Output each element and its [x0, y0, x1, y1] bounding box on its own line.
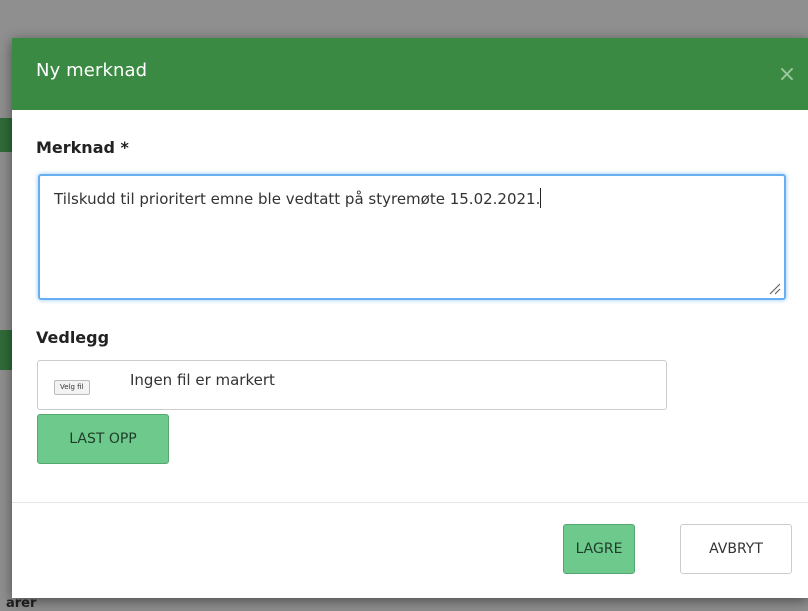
resize-handle-icon[interactable] [767, 281, 781, 295]
close-icon[interactable]: × [776, 64, 798, 86]
cancel-button[interactable]: AVBRYT [680, 524, 792, 574]
file-input[interactable]: Velg fil Ingen fil er markert [37, 360, 667, 410]
upload-button[interactable]: LAST OPP [37, 414, 169, 464]
note-textarea[interactable]: Tilskudd til prioritert emne ble vedtatt… [38, 174, 786, 300]
new-note-dialog: Ny merknad × Merknad * Tilskudd til prio… [12, 38, 808, 598]
attachment-label: Vedlegg [36, 328, 110, 347]
note-text: Tilskudd til prioritert emne ble vedtatt… [54, 190, 541, 208]
note-label: Merknad * [36, 138, 129, 157]
save-button[interactable]: LAGRE [563, 524, 635, 574]
dialog-header: Ny merknad × [12, 38, 808, 110]
dialog-title: Ny merknad [36, 60, 148, 81]
file-status-text: Ingen fil er markert [130, 371, 275, 389]
background-partial-text: arer [6, 596, 37, 611]
text-cursor [540, 188, 542, 208]
footer-divider [12, 502, 808, 503]
choose-file-button[interactable]: Velg fil [54, 380, 90, 395]
